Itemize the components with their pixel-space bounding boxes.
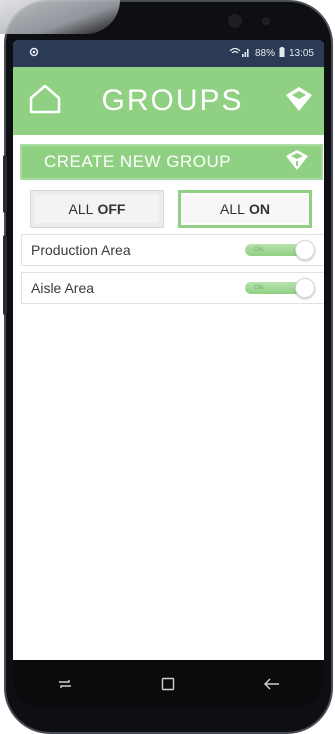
create-new-group-label: CREATE NEW GROUP <box>44 152 232 171</box>
box-icon[interactable] <box>284 84 314 119</box>
switch-state: ON <box>254 247 263 253</box>
group-toggle-switch[interactable]: ON <box>245 278 317 298</box>
frame-glare <box>0 0 120 34</box>
battery-percent: 88% <box>254 48 275 59</box>
group-list: Production Area ON Aisle Area ON <box>13 228 324 304</box>
all-on-button[interactable]: ALL ON <box>178 190 312 228</box>
proximity-sensor <box>262 17 270 25</box>
create-new-group-button[interactable]: CREATE NEW GROUP <box>20 144 323 180</box>
app-header: GROUPS <box>13 67 324 135</box>
status-right: 88% 13:05 <box>229 47 314 60</box>
front-camera <box>228 14 242 28</box>
battery-icon <box>279 47 285 60</box>
all-toggle-row: ALL OFF ALL ON <box>13 180 324 228</box>
group-item-aisle-area[interactable]: Aisle Area ON <box>21 272 324 304</box>
all-off-button[interactable]: ALL OFF <box>30 190 164 228</box>
bixby-button <box>3 235 7 315</box>
volume-button <box>3 155 7 213</box>
group-toggle-switch[interactable]: ON <box>245 240 317 260</box>
all-off-emphasis: OFF <box>97 201 126 217</box>
wifi-signal-icon <box>229 47 251 60</box>
all-on-emphasis: ON <box>248 201 270 217</box>
create-group-wrapper: CREATE NEW GROUP <box>13 135 324 180</box>
clock: 13:05 <box>288 48 314 59</box>
group-name: Aisle Area <box>31 280 95 296</box>
home-square-icon[interactable] <box>148 669 188 699</box>
box-icon <box>285 149 309 176</box>
page-title: GROUPS <box>101 84 244 117</box>
home-icon[interactable] <box>29 84 61 119</box>
switch-knob <box>295 240 315 260</box>
group-item-production-area[interactable]: Production Area ON <box>21 234 324 266</box>
app-screen: 88% 13:05 GROUPS CREATE NEW GROUP ALL OF… <box>13 40 324 660</box>
back-arrow-icon[interactable] <box>252 669 292 699</box>
all-off-prefix: ALL <box>68 201 94 217</box>
switch-state: ON <box>254 285 263 291</box>
recent-apps-icon[interactable] <box>45 669 85 699</box>
status-bar: 88% 13:05 <box>13 40 324 67</box>
sync-icon <box>29 47 39 60</box>
switch-knob <box>295 278 315 298</box>
system-nav-bar <box>13 660 324 708</box>
all-on-prefix: ALL <box>220 201 245 217</box>
group-name: Production Area <box>31 242 131 258</box>
